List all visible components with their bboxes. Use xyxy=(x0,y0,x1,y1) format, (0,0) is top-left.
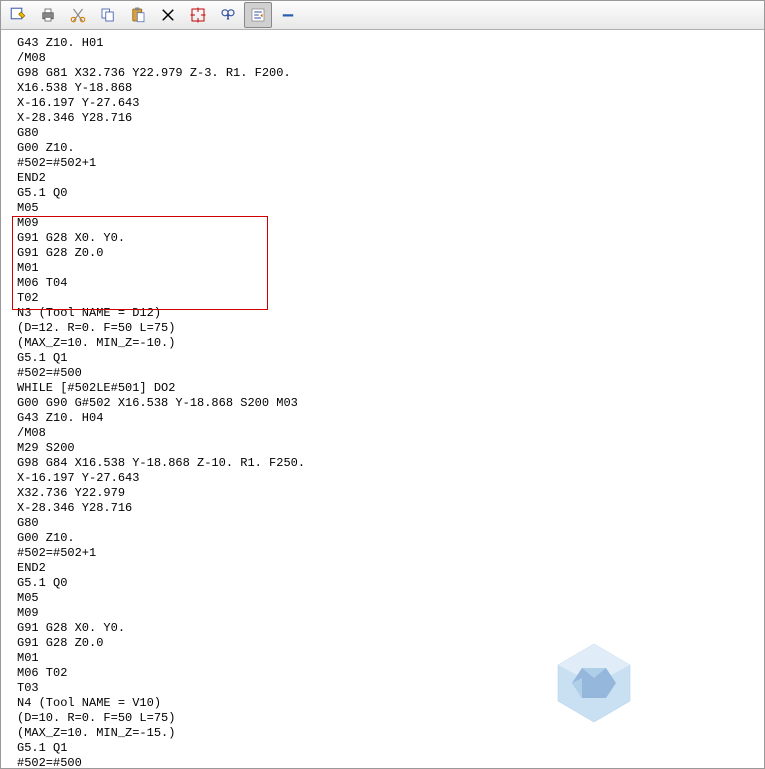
open-file-button[interactable] xyxy=(4,2,32,28)
target-button[interactable] xyxy=(184,2,212,28)
code-line: G5.1 Q0 xyxy=(17,186,764,201)
code-line: #502=#500 xyxy=(17,756,764,768)
code-line: /M08 xyxy=(17,51,764,66)
code-line: G98 G84 X16.538 Y-18.868 Z-10. R1. F250. xyxy=(17,456,764,471)
minimize-button[interactable] xyxy=(274,2,302,28)
code-line: G5.1 Q1 xyxy=(17,351,764,366)
code-line: G98 G81 X32.736 Y22.979 Z-3. R1. F200. xyxy=(17,66,764,81)
wrap-button[interactable] xyxy=(244,2,272,28)
code-editor[interactable]: G43 Z10. H01/M08G98 G81 X32.736 Y22.979 … xyxy=(1,30,764,768)
code-line: M01 xyxy=(17,261,764,276)
code-line: G00 Z10. xyxy=(17,531,764,546)
code-line: G91 G28 Z0.0 xyxy=(17,246,764,261)
code-line: N4 (Tool NAME = V10) xyxy=(17,696,764,711)
code-line: G91 G28 Z0.0 xyxy=(17,636,764,651)
code-line: #502=#502+1 xyxy=(17,156,764,171)
code-line: (D=10. R=0. F=50 L=75) xyxy=(17,711,764,726)
code-line: /M08 xyxy=(17,426,764,441)
code-line: WHILE [#502LE#501] DO2 xyxy=(17,381,764,396)
code-line: M01 xyxy=(17,651,764,666)
code-line: X32.736 Y22.979 xyxy=(17,486,764,501)
code-line: X-16.197 Y-27.643 xyxy=(17,96,764,111)
code-line: (MAX_Z=10. MIN_Z=-15.) xyxy=(17,726,764,741)
code-line: G5.1 Q0 xyxy=(17,576,764,591)
code-line: G80 xyxy=(17,516,764,531)
code-line: M05 xyxy=(17,201,764,216)
code-line: X16.538 Y-18.868 xyxy=(17,81,764,96)
code-line: X-16.197 Y-27.643 xyxy=(17,471,764,486)
code-line: G91 G28 X0. Y0. xyxy=(17,231,764,246)
toolbar xyxy=(1,1,764,30)
code-line: END2 xyxy=(17,561,764,576)
cut-button[interactable] xyxy=(64,2,92,28)
code-line: T02 xyxy=(17,291,764,306)
code-line: X-28.346 Y28.716 xyxy=(17,111,764,126)
code-line: M29 S200 xyxy=(17,441,764,456)
code-line: M09 xyxy=(17,216,764,231)
paste-button[interactable] xyxy=(124,2,152,28)
code-line: G00 Z10. xyxy=(17,141,764,156)
code-line: T03 xyxy=(17,681,764,696)
code-line: G43 Z10. H04 xyxy=(17,411,764,426)
code-line: M09 xyxy=(17,606,764,621)
delete-button[interactable] xyxy=(154,2,182,28)
copy-button[interactable] xyxy=(94,2,122,28)
code-line: END2 xyxy=(17,171,764,186)
code-line: M06 T02 xyxy=(17,666,764,681)
code-line: #502=#500 xyxy=(17,366,764,381)
code-line: G00 G90 G#502 X16.538 Y-18.868 S200 M03 xyxy=(17,396,764,411)
code-line: #502=#502+1 xyxy=(17,546,764,561)
code-line: (D=12. R=0. F=50 L=75) xyxy=(17,321,764,336)
code-line: M05 xyxy=(17,591,764,606)
print-button[interactable] xyxy=(34,2,62,28)
code-line: G5.1 Q1 xyxy=(17,741,764,756)
code-line: M06 T04 xyxy=(17,276,764,291)
find-button[interactable] xyxy=(214,2,242,28)
code-line: X-28.346 Y28.716 xyxy=(17,501,764,516)
code-line: G91 G28 X0. Y0. xyxy=(17,621,764,636)
code-line: G80 xyxy=(17,126,764,141)
code-line: (MAX_Z=10. MIN_Z=-10.) xyxy=(17,336,764,351)
code-line: G43 Z10. H01 xyxy=(17,36,764,51)
code-line: N3 (Tool NAME = D12) xyxy=(17,306,764,321)
